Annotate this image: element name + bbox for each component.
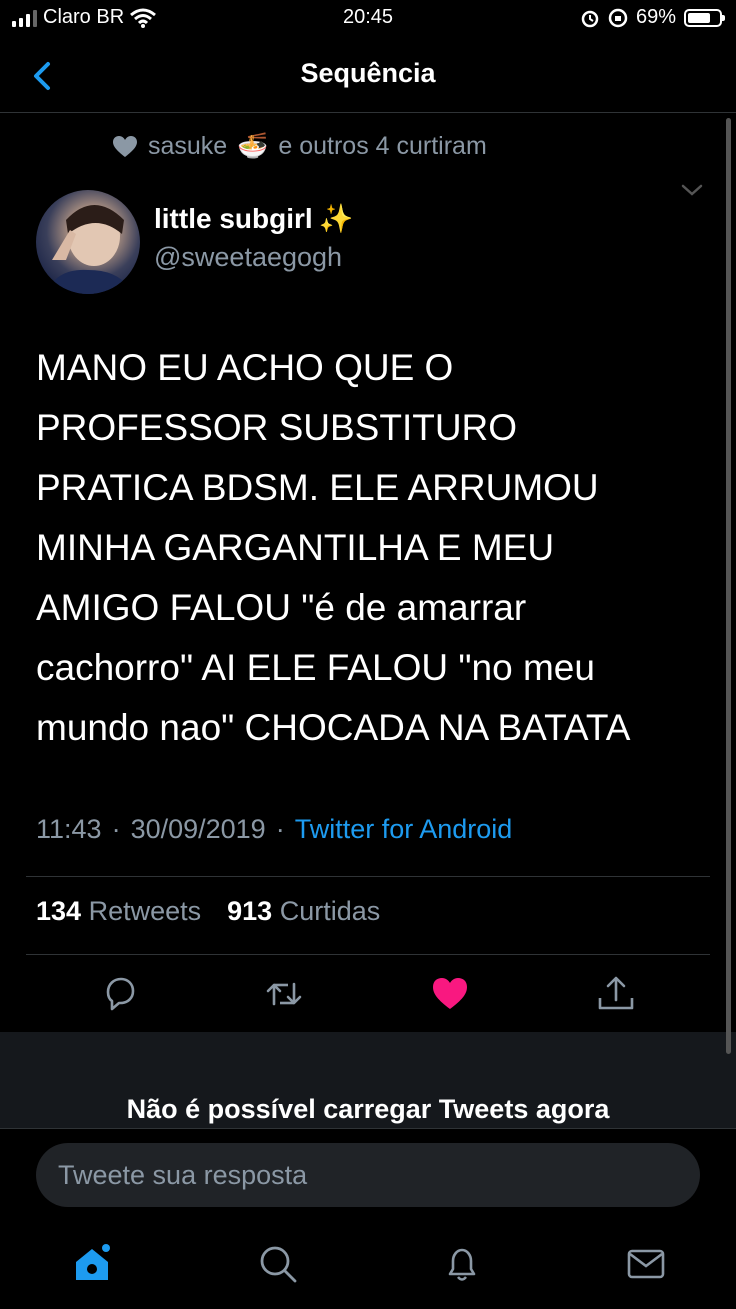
error-section: Não é possível carregar Tweets agora (0, 1032, 736, 1128)
retweets-label: Retweets (88, 896, 202, 926)
tweet-date: 30/09/2019 (130, 814, 266, 844)
tweet-text: MANO EU ACHO QUE O PROFESSOR SUBSTITURO … (36, 347, 631, 748)
sparkles-emoji: ✨ (318, 203, 354, 234)
messages-icon[interactable] (626, 1244, 666, 1284)
share-icon[interactable] (596, 974, 636, 1014)
retweet-icon[interactable] (264, 974, 304, 1014)
page-title: Sequência (300, 58, 436, 88)
avatar[interactable] (36, 190, 140, 294)
tweet-source-link[interactable]: Twitter for Android (295, 814, 513, 845)
liked-rest: e outros 4 curtiram (278, 132, 487, 160)
battery-percent: 69% (635, 6, 676, 28)
reply-icon[interactable] (100, 974, 140, 1014)
author-display-name: little subgirl (154, 202, 313, 234)
liked-user: sasuke (148, 132, 228, 160)
alarm-icon (581, 10, 599, 27)
load-error-message: Não é possível carregar Tweets agora (126, 1094, 610, 1124)
tweet-meta: 11:43 · 30/09/2019 · Twitter for Android (36, 814, 512, 845)
retweets-count: 134 (36, 896, 82, 926)
author-handle[interactable]: @sweetaegogh (154, 242, 342, 273)
chevron-down-icon[interactable] (680, 180, 704, 200)
navigation-header: Sequência (0, 40, 736, 113)
likes-count: 913 (227, 896, 273, 926)
search-icon[interactable] (258, 1244, 298, 1284)
avatar-image (46, 205, 132, 294)
battery-icon (684, 8, 725, 27)
author-name[interactable]: little subgirl ✨ (154, 202, 354, 235)
tweet-time: 11:43 (36, 814, 102, 844)
tweet-stats: 134 Retweets 913 Curtidas (36, 896, 380, 927)
likes-stat[interactable]: 913 Curtidas (227, 896, 380, 927)
meta-separator: · (275, 814, 285, 844)
scrollbar[interactable] (726, 118, 731, 1054)
notifications-icon[interactable] (442, 1244, 482, 1284)
likes-label: Curtidas (279, 896, 381, 926)
home-icon[interactable] (72, 1244, 112, 1284)
divider (26, 876, 710, 877)
retweets-stat[interactable]: 134 Retweets (36, 896, 201, 927)
status-right: 69% (580, 6, 725, 29)
orientation-lock-icon (608, 8, 628, 27)
tweet-actions (0, 960, 736, 1030)
status-bar: Claro BR 20:45 69% (0, 0, 736, 36)
divider (26, 954, 710, 955)
heart-icon[interactable] (430, 974, 470, 1014)
reply-input[interactable] (36, 1143, 700, 1207)
heart-small-icon (113, 135, 137, 157)
meta-separator: · (111, 814, 121, 844)
liked-emoji: 🍜 (237, 132, 269, 160)
social-context[interactable]: sasuke 🍜 e outros 4 curtiram (112, 132, 487, 161)
